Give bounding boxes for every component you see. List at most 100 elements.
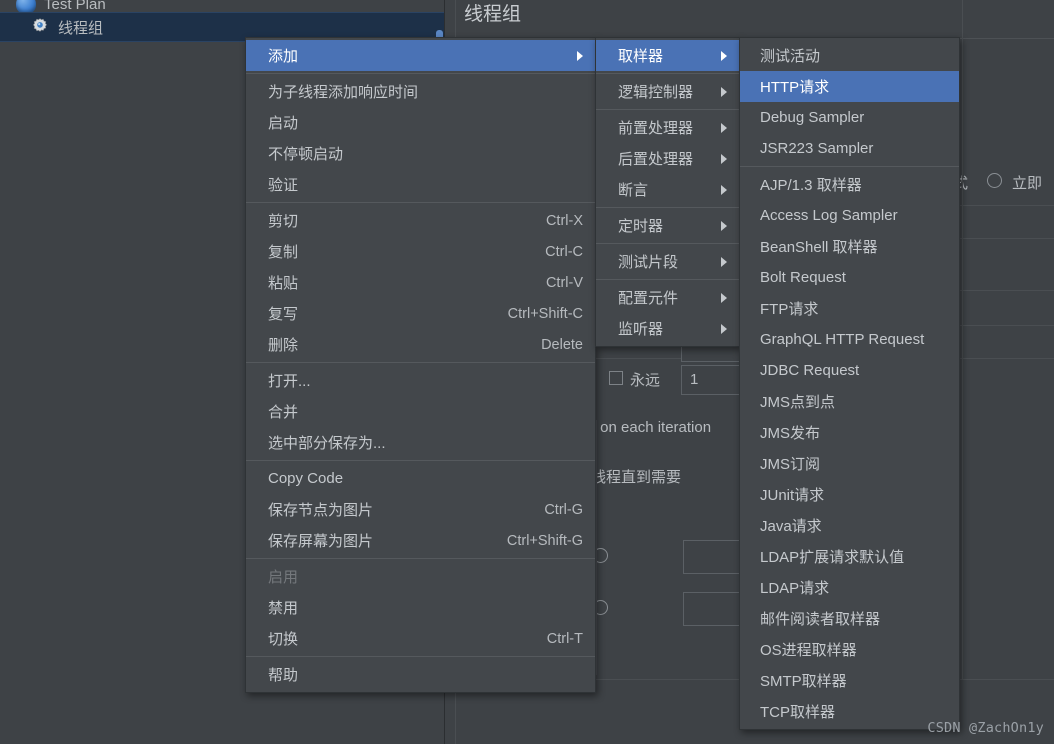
menu-item-label: 测试活动 (760, 48, 821, 65)
menu-item[interactable]: 定时器 (596, 210, 739, 241)
menu-item[interactable]: 剪切 Ctrl-X (246, 205, 595, 236)
menu-separator (596, 243, 739, 244)
chevron-right-icon (721, 220, 727, 231)
menu-item-label: JSR223 Sampler (760, 140, 874, 157)
menu-item[interactable]: OS进程取样器 (740, 634, 959, 665)
menu-item-label: 选中部分保存为... (268, 435, 386, 452)
menu-item-label: 剪切 (268, 213, 299, 230)
menu-item-label: 不停顿启动 (268, 146, 344, 163)
menu-item-label: JDBC Request (760, 362, 860, 379)
menu-item-label: 配置元件 (618, 290, 679, 307)
menu-item[interactable]: 复制 Ctrl-C (246, 236, 595, 267)
menu-item[interactable]: 取样器 (596, 40, 739, 71)
menu-item[interactable]: 配置元件 (596, 282, 739, 313)
menu-item[interactable]: Java请求 (740, 510, 959, 541)
menu-item[interactable]: HTTP请求 (740, 71, 959, 102)
menu-item[interactable]: 禁用 (246, 592, 595, 623)
chevron-right-icon (721, 292, 727, 303)
menu-item[interactable]: BeanShell 取样器 (740, 231, 959, 262)
menu-item[interactable]: Bolt Request (740, 262, 959, 293)
menu-item-label: 验证 (268, 177, 299, 194)
menu-item[interactable]: 打开... (246, 365, 595, 396)
menu-item[interactable]: 测试活动 (740, 40, 959, 71)
menu-item-label: 删除 (268, 337, 299, 354)
menu-item[interactable]: JUnit请求 (740, 479, 959, 510)
menu-item[interactable]: GraphQL HTTP Request (740, 324, 959, 355)
menu-item[interactable]: FTP请求 (740, 293, 959, 324)
chevron-right-icon (721, 323, 727, 334)
menu-item-label: 监听器 (618, 321, 664, 338)
menu-item[interactable]: 添加 (246, 40, 595, 71)
menu-item-label: 前置处理器 (618, 120, 694, 137)
menu-item[interactable]: 复写 Ctrl+Shift-C (246, 298, 595, 329)
menu-item[interactable]: 选中部分保存为... (246, 427, 595, 458)
menu-item[interactable]: 监听器 (596, 313, 739, 344)
menu-item-label: JMS发布 (760, 425, 821, 442)
menu-item[interactable]: 邮件阅读者取样器 (740, 603, 959, 634)
immediate-radio[interactable] (987, 173, 1002, 188)
menu-item[interactable]: JSR223 Sampler (740, 133, 959, 164)
menu-item[interactable]: 保存节点为图片 Ctrl-G (246, 494, 595, 525)
menu-item-label: 打开... (268, 373, 311, 390)
menu-item[interactable]: LDAP扩展请求默认值 (740, 541, 959, 572)
tree-item-test-plan[interactable]: Test Plan (0, 0, 444, 12)
menu-separator (740, 166, 959, 167)
menu-item[interactable]: JMS发布 (740, 417, 959, 448)
menu-item-label: AJP/1.3 取样器 (760, 177, 862, 194)
menu-item[interactable]: 合并 (246, 396, 595, 427)
menu-item[interactable]: LDAP请求 (740, 572, 959, 603)
chevron-right-icon (577, 50, 583, 61)
menu-item-label: 切换 (268, 631, 299, 648)
sampler-submenu[interactable]: 测试活动 HTTP请求 Debug Sampler JSR223 Sampler AJP… (739, 37, 960, 730)
menu-item[interactable]: 粘贴 Ctrl-V (246, 267, 595, 298)
menu-item[interactable]: JMS点到点 (740, 386, 959, 417)
menu-item[interactable]: AJP/1.3 取样器 (740, 169, 959, 200)
chevron-right-icon (721, 184, 727, 195)
menu-item-label: 后置处理器 (618, 151, 694, 168)
menu-item[interactable]: 保存屏幕为图片 Ctrl+Shift-G (246, 525, 595, 556)
menu-separator (596, 279, 739, 280)
menu-item[interactable]: 前置处理器 (596, 112, 739, 143)
menu-separator (246, 202, 595, 203)
menu-item[interactable]: 不停顿启动 (246, 138, 595, 169)
menu-item[interactable]: 切换 Ctrl-T (246, 623, 595, 654)
menu-item[interactable]: Copy Code (246, 463, 595, 494)
iteration-hint-label: r on each iteration (591, 419, 712, 436)
menu-separator (246, 460, 595, 461)
menu-item[interactable]: 后置处理器 (596, 143, 739, 174)
thread-hint-label: 线程直到需要 (591, 469, 682, 486)
menu-item[interactable]: 逻辑控制器 (596, 76, 739, 107)
menu-item[interactable]: TCP取样器 (740, 696, 959, 727)
chevron-right-icon (721, 256, 727, 267)
menu-item[interactable]: 验证 (246, 169, 595, 200)
menu-item-label: 取样器 (618, 48, 664, 65)
menu-item-label: HTTP请求 (760, 79, 830, 96)
loop-count-value: 1 (690, 371, 699, 388)
menu-item-label: Java请求 (760, 518, 822, 535)
menu-separator (246, 558, 595, 559)
menu-item[interactable]: 删除 Delete (246, 329, 595, 360)
menu-item[interactable]: JDBC Request (740, 355, 959, 386)
menu-item[interactable]: Debug Sampler (740, 102, 959, 133)
immediate-label: 立即 (1012, 175, 1043, 192)
menu-item-label: 添加 (268, 48, 299, 65)
menu-item[interactable]: 断言 (596, 174, 739, 205)
panel-right-border (962, 0, 963, 680)
menu-item[interactable]: 帮助 (246, 659, 595, 690)
add-submenu[interactable]: 取样器逻辑控制器前置处理器后置处理器断言定时器测试片段配置元件监听器 (595, 37, 740, 347)
menu-item[interactable]: Access Log Sampler (740, 200, 959, 231)
forever-checkbox[interactable] (609, 371, 623, 385)
menu-item[interactable]: 为子线程添加响应时间 (246, 76, 595, 107)
menu-item-label: Debug Sampler (760, 109, 865, 126)
menu-item[interactable]: 启动 (246, 107, 595, 138)
menu-item-label: JUnit请求 (760, 487, 825, 504)
menu-item[interactable]: 测试片段 (596, 246, 739, 277)
context-menu[interactable]: 添加为子线程添加响应时间 启动不停顿启动验证剪切 Ctrl-X 复制 Ctrl-C 粘贴 C… (245, 37, 596, 693)
menu-separator (596, 109, 739, 110)
menu-item[interactable]: SMTP取样器 (740, 665, 959, 696)
menu-item-label: SMTP取样器 (760, 673, 847, 690)
menu-item[interactable]: JMS订阅 (740, 448, 959, 479)
menu-item-label: JMS点到点 (760, 394, 836, 411)
menu-item-label: 复制 (268, 244, 299, 261)
menu-item-label: 保存节点为图片 (268, 502, 374, 519)
